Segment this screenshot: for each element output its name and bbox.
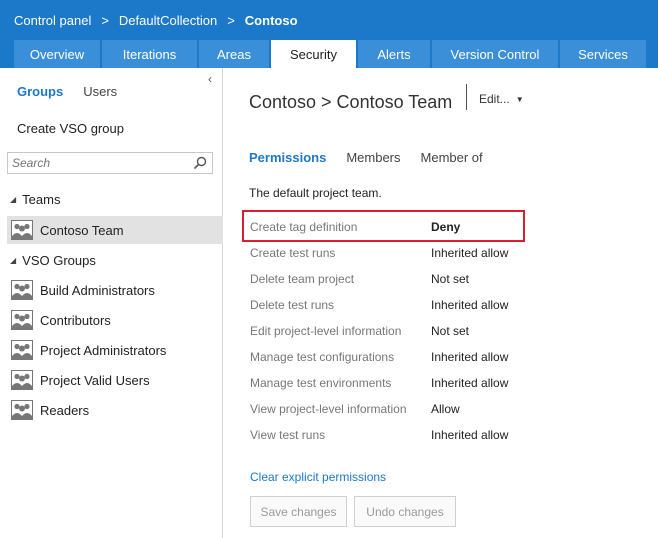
clear-permissions-link[interactable]: Clear explicit permissions xyxy=(250,470,386,484)
permission-value[interactable]: Allow xyxy=(431,402,460,416)
tree-item-label: Project Valid Users xyxy=(40,372,150,388)
tab-groups[interactable]: Groups xyxy=(17,84,63,99)
edit-menu-label: Edit... xyxy=(479,92,510,106)
permission-row: Delete team project Not set xyxy=(250,266,630,292)
chevron-down-icon: ▼ xyxy=(515,94,524,104)
permission-row: Delete test runs Inherited allow xyxy=(250,292,630,318)
tab-version-control[interactable]: Version Control xyxy=(432,40,558,68)
team-description: The default project team. xyxy=(249,186,382,200)
tab-member-of[interactable]: Member of xyxy=(421,150,483,165)
tree-item-contributors[interactable]: Contributors xyxy=(7,306,223,334)
permission-subtabs: Permissions Members Member of xyxy=(249,150,503,165)
create-group-link[interactable]: Create VSO group xyxy=(17,121,124,136)
permission-row: Create test runs Inherited allow xyxy=(250,240,630,266)
permission-name: Create tag definition xyxy=(250,220,358,234)
permission-row: View project-level information Allow xyxy=(250,396,630,422)
undo-button[interactable]: Undo changes xyxy=(354,496,456,527)
collapse-panel-icon[interactable]: ‹ xyxy=(208,72,212,86)
permission-name: Manage test configurations xyxy=(250,350,395,364)
permission-row: View test runs Inherited allow xyxy=(250,422,630,448)
permission-name: Manage test environments xyxy=(250,376,392,390)
vso-groups-header-label: VSO Groups xyxy=(22,253,96,268)
tab-overview[interactable]: Overview xyxy=(14,40,100,68)
title-divider xyxy=(466,84,467,110)
tree-item-label: Contoso Team xyxy=(40,222,124,238)
tree-item-readers[interactable]: Readers xyxy=(7,396,223,424)
edit-menu-button[interactable]: Edit... ▼ xyxy=(479,92,524,106)
group-icon xyxy=(11,370,33,390)
permission-name: Edit project-level information xyxy=(250,324,402,338)
permission-value[interactable]: Not set xyxy=(431,272,469,286)
vso-groups-header[interactable]: ◢ VSO Groups xyxy=(10,253,96,268)
breadcrumb-current: Contoso xyxy=(244,13,298,28)
tab-services[interactable]: Services xyxy=(560,40,646,68)
breadcrumb-separator: > xyxy=(101,13,109,28)
expand-caret-icon[interactable]: ◢ xyxy=(10,256,16,265)
groups-users-tabs: Groups Users xyxy=(17,84,137,99)
group-icon xyxy=(11,400,33,420)
left-panel: ‹ Groups Users Create VSO group ◢ Teams … xyxy=(0,68,223,538)
tree-item-label: Build Administrators xyxy=(40,282,155,298)
permission-row: Manage test environments Inherited allow xyxy=(250,370,630,396)
tab-iterations[interactable]: Iterations xyxy=(102,40,197,68)
breadcrumb-control-panel[interactable]: Control panel xyxy=(14,13,91,28)
tab-members[interactable]: Members xyxy=(346,150,400,165)
permission-row: Manage test configurations Inherited all… xyxy=(250,344,630,370)
tab-security[interactable]: Security xyxy=(271,40,356,68)
tab-permissions[interactable]: Permissions xyxy=(249,150,326,165)
permission-value[interactable]: Inherited allow xyxy=(431,428,508,442)
permission-value[interactable]: Inherited allow xyxy=(431,376,508,390)
permission-row: Create tag definition Deny xyxy=(250,214,630,240)
breadcrumb-separator: > xyxy=(227,13,235,28)
permission-value[interactable]: Inherited allow xyxy=(431,298,508,312)
save-button[interactable]: Save changes xyxy=(250,496,347,527)
expand-caret-icon[interactable]: ◢ xyxy=(10,195,16,204)
tree-item-contoso-team[interactable]: Contoso Team xyxy=(7,216,223,244)
search-input[interactable] xyxy=(8,153,188,173)
main-panel: Contoso > Contoso Team Edit... ▼ Permiss… xyxy=(224,68,658,538)
breadcrumb: Control panel > DefaultCollection > Cont… xyxy=(14,13,298,28)
permission-name: Create test runs xyxy=(250,246,336,260)
breadcrumb-collection[interactable]: DefaultCollection xyxy=(119,13,217,28)
page-title: Contoso > Contoso Team xyxy=(249,92,453,112)
top-bar: Control panel > DefaultCollection > Cont… xyxy=(0,0,658,68)
search-box xyxy=(7,152,213,174)
tab-areas[interactable]: Areas xyxy=(199,40,269,68)
search-icon[interactable] xyxy=(193,156,207,170)
permission-name: View project-level information xyxy=(250,402,407,416)
permission-name: View test runs xyxy=(250,428,326,442)
group-icon xyxy=(11,220,33,240)
teams-header-label: Teams xyxy=(22,192,61,207)
group-icon xyxy=(11,310,33,330)
permission-row: Edit project-level information Not set xyxy=(250,318,630,344)
permission-value[interactable]: Inherited allow xyxy=(431,350,508,364)
tree-item-project-valid-users[interactable]: Project Valid Users xyxy=(7,366,223,394)
tree-item-build-administrators[interactable]: Build Administrators xyxy=(7,276,223,304)
permission-name: Delete team project xyxy=(250,272,355,286)
tree-item-label: Project Administrators xyxy=(40,342,167,358)
tree-item-label: Contributors xyxy=(40,312,111,328)
admin-tabs: Overview Iterations Areas Security Alert… xyxy=(14,40,648,68)
permission-value[interactable]: Not set xyxy=(431,324,469,338)
teams-header[interactable]: ◢ Teams xyxy=(10,192,60,207)
tab-users[interactable]: Users xyxy=(83,84,117,99)
permission-value[interactable]: Deny xyxy=(431,220,460,234)
permission-name: Delete test runs xyxy=(250,298,335,312)
tree-item-project-administrators[interactable]: Project Administrators xyxy=(7,336,223,364)
group-icon xyxy=(11,340,33,360)
group-icon xyxy=(11,280,33,300)
tree-item-label: Readers xyxy=(40,402,90,418)
tab-alerts[interactable]: Alerts xyxy=(358,40,430,68)
permission-value[interactable]: Inherited allow xyxy=(431,246,508,260)
